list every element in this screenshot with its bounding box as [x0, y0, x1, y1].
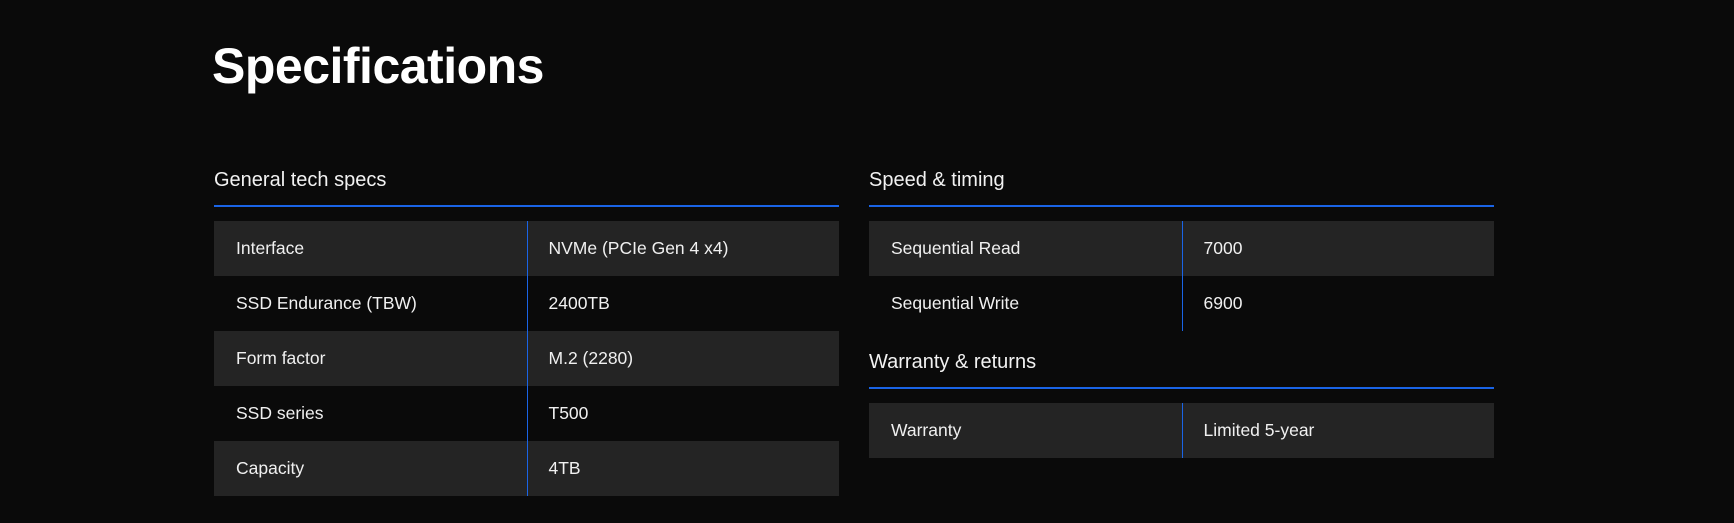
- spec-value: 2400TB: [548, 293, 610, 313]
- spec-row-series: SSD series T500: [214, 386, 839, 441]
- spec-label: Sequential Read: [869, 221, 1183, 276]
- page-title: Specifications: [212, 38, 545, 94]
- spec-row-form-factor: Form factor M.2 (2280): [214, 331, 839, 386]
- general-specs-table: Interface NVMe (PCIe Gen 4 x4) SSD Endur…: [214, 221, 839, 496]
- spec-row-endurance: SSD Endurance (TBW) 2400TB: [214, 276, 839, 331]
- section-heading-warranty: Warranty & returns: [869, 348, 1494, 389]
- speed-timing-section: Speed & timing Sequential Read 7000 Sequ…: [869, 166, 1494, 331]
- spec-label: Interface: [214, 221, 528, 276]
- spec-value: 7000: [1203, 238, 1243, 258]
- spec-value: NVMe (PCIe Gen 4 x4): [548, 238, 729, 258]
- spec-row-interface: Interface NVMe (PCIe Gen 4 x4): [214, 221, 839, 276]
- spec-label: Form factor: [214, 331, 528, 386]
- spec-value: 6900: [1203, 293, 1243, 313]
- spec-row-capacity: Capacity 4TB: [214, 441, 839, 496]
- spec-label: Warranty: [869, 403, 1183, 458]
- spec-label: SSD Endurance (TBW): [214, 276, 528, 331]
- spec-value: T500: [548, 403, 589, 423]
- warranty-section: Warranty & returns Warranty Limited 5-ye…: [869, 348, 1494, 458]
- spec-row-sequential-read: Sequential Read 7000: [869, 221, 1494, 276]
- spec-value: M.2 (2280): [548, 348, 634, 368]
- spec-value: 4TB: [548, 458, 581, 478]
- section-heading-general: General tech specs: [214, 166, 839, 207]
- warranty-specs-table: Warranty Limited 5-year: [869, 403, 1494, 458]
- general-specs-section: General tech specs Interface NVMe (PCIe …: [214, 166, 839, 496]
- spec-row-warranty: Warranty Limited 5-year: [869, 403, 1494, 458]
- spec-label: Capacity: [214, 441, 528, 496]
- section-heading-speed: Speed & timing: [869, 166, 1494, 207]
- spec-value: Limited 5-year: [1203, 420, 1315, 440]
- spec-row-sequential-write: Sequential Write 6900: [869, 276, 1494, 331]
- spec-label: Sequential Write: [869, 276, 1183, 331]
- speed-specs-table: Sequential Read 7000 Sequential Write 69…: [869, 221, 1494, 331]
- spec-label: SSD series: [214, 386, 528, 441]
- right-specs-column: Speed & timing Sequential Read 7000 Sequ…: [869, 166, 1494, 458]
